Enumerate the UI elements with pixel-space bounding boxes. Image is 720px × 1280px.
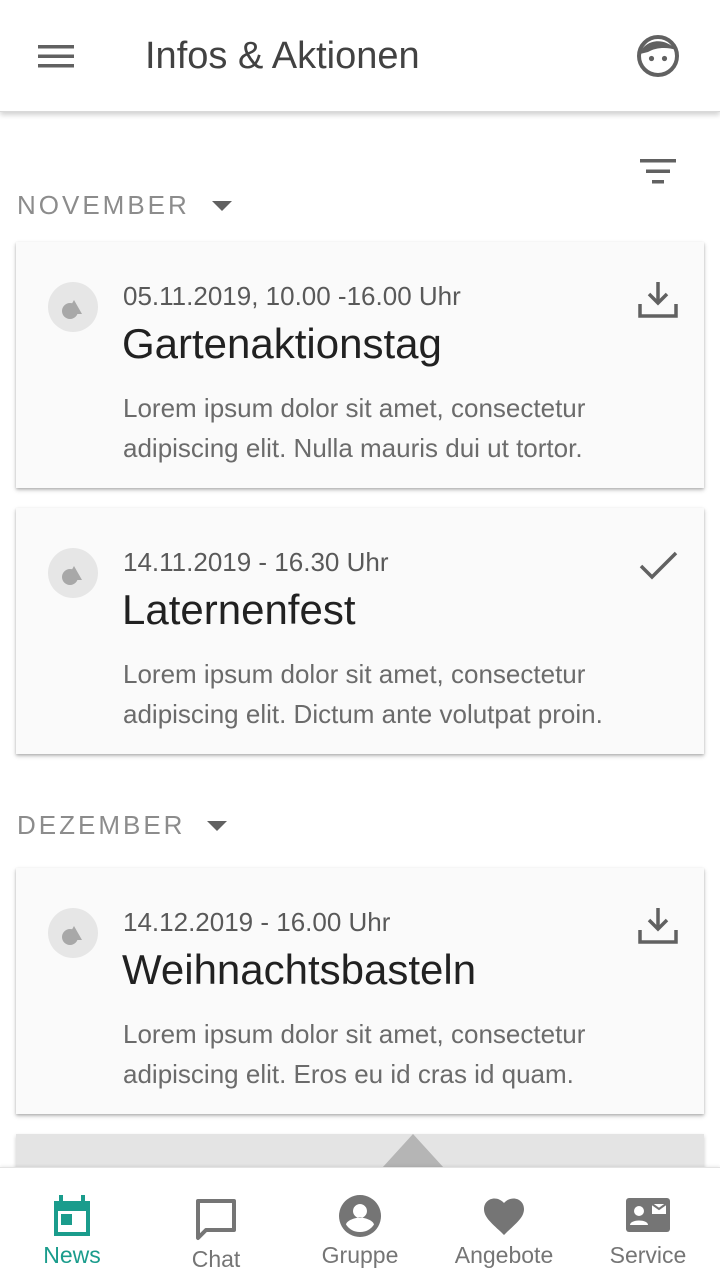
event-title: Weihnachtsbasteln (122, 946, 477, 993)
nav-label: News (43, 1242, 101, 1268)
app-bar: Infos & Aktionen (0, 0, 720, 112)
event-date: 14.12.2019 - 16.00 Uhr (123, 907, 391, 937)
event-date: 14.11.2019 - 16.30 Uhr (123, 547, 389, 577)
event-title: Gartenaktionstag (122, 320, 442, 367)
nav-label: Service (609, 1242, 687, 1268)
download-icon[interactable] (636, 904, 680, 948)
event-category-icon (48, 548, 98, 598)
nav-label: Angebote (454, 1242, 554, 1268)
chat-icon (196, 1199, 236, 1240)
menu-icon[interactable] (30, 32, 82, 80)
face-icon[interactable] (634, 32, 682, 80)
section-label: DEZEMBER (17, 810, 186, 840)
download-icon[interactable] (636, 278, 680, 322)
calendar-icon (54, 1195, 90, 1236)
event-description: Lorem ipsum dolor sit amet, consectetur … (123, 659, 603, 729)
bottom-navigation: News Chat Gruppe Angebote Service (0, 1167, 720, 1280)
nav-item-news[interactable]: News (0, 1168, 144, 1280)
event-card[interactable]: 05.11.2019, 10.00 -16.00 Uhr Gartenaktio… (16, 242, 704, 488)
event-date: 05.11.2019, 10.00 -16.00 Uhr (123, 281, 461, 311)
nav-item-chat[interactable]: Chat (144, 1168, 288, 1280)
caret-down-icon (211, 200, 232, 211)
section-label: NOVEMBER (17, 190, 190, 220)
contact-card-icon (626, 1198, 670, 1232)
event-description: Lorem ipsum dolor sit amet, consectetur … (123, 1019, 586, 1089)
nav-label: Gruppe (321, 1242, 399, 1268)
check-icon[interactable] (636, 544, 680, 588)
nav-item-angebote[interactable]: Angebote (432, 1168, 576, 1280)
event-title: Laternenfest (122, 586, 356, 633)
event-card[interactable]: 14.12.2019 - 16.00 Uhr Weihnachtsbasteln… (16, 868, 704, 1114)
nav-label: Chat (191, 1246, 241, 1272)
caret-down-icon (207, 820, 228, 831)
account-circle-icon (339, 1195, 382, 1237)
event-card[interactable]: 14.11.2019 - 16.30 Uhr Laternenfest Lore… (16, 508, 704, 754)
section-header-dezember[interactable]: DEZEMBER (17, 810, 229, 841)
filter-icon[interactable] (634, 148, 682, 196)
nav-item-gruppe[interactable]: Gruppe (288, 1168, 432, 1280)
event-description: Lorem ipsum dolor sit amet, consectetur … (123, 393, 586, 463)
page-title: Infos & Aktionen (145, 35, 420, 77)
image-placeholder-icon (382, 1134, 444, 1168)
event-category-icon (48, 282, 98, 332)
nav-item-service[interactable]: Service (576, 1168, 720, 1280)
section-header-november[interactable]: NOVEMBER (17, 190, 234, 221)
heart-icon (484, 1198, 524, 1235)
event-category-icon (48, 908, 98, 958)
